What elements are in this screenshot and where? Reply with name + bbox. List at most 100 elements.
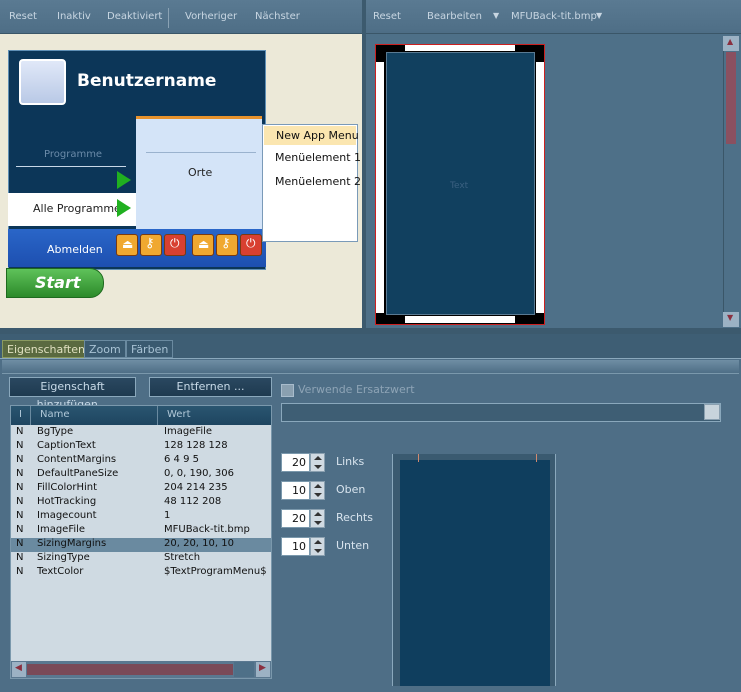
submenu-item[interactable]: Menüelement 1 <box>275 151 361 164</box>
image-border <box>405 316 515 323</box>
scroll-thumb[interactable] <box>726 52 736 144</box>
key-icon[interactable]: ⚷ <box>216 234 238 256</box>
reset-button[interactable]: Reset <box>9 11 37 22</box>
links-value[interactable]: 20 <box>281 453 310 472</box>
bearbeiten-button[interactable]: Bearbeiten <box>427 11 482 22</box>
links-stepper[interactable]: 20 <box>281 453 325 472</box>
margin-marker[interactable] <box>536 454 537 462</box>
property-name: DefaultPaneSize <box>37 468 119 479</box>
sizing-preview-image <box>400 460 550 686</box>
scroll-down-button[interactable]: ▼ <box>723 312 739 327</box>
tab-faerben[interactable]: Färben <box>126 340 174 358</box>
table-row[interactable]: N TextColor $TextProgramMenu$ <box>11 566 271 580</box>
scroll-track[interactable] <box>27 664 233 675</box>
scroll-left-button[interactable]: ◀ <box>12 662 26 677</box>
browse-button[interactable] <box>704 404 720 420</box>
property-name: ContentMargins <box>37 454 117 465</box>
rechts-value[interactable]: 20 <box>281 509 310 528</box>
unten-stepper[interactable]: 10 <box>281 537 325 556</box>
table-row[interactable]: N CaptionText 128 128 128 <box>11 440 271 454</box>
eject-icon[interactable]: ⏏ <box>192 234 214 256</box>
power-icon[interactable]: ⏻ <box>240 234 262 256</box>
row-flag: N <box>16 552 24 563</box>
image-border <box>405 45 515 51</box>
table-row[interactable]: N ContentMargins 6 4 9 5 <box>11 454 271 468</box>
row-flag: N <box>16 426 24 437</box>
orte-label[interactable]: Orte <box>188 166 212 179</box>
chevron-down-icon[interactable]: ▼ <box>596 11 602 20</box>
property-name: ImageFile <box>37 524 86 535</box>
oben-stepper[interactable]: 10 <box>281 481 325 500</box>
oben-label: Oben <box>336 483 366 496</box>
property-value: $TextProgramMenu$ <box>164 566 267 577</box>
power-icon[interactable]: ⏻ <box>164 234 186 256</box>
column-divider[interactable] <box>157 406 158 425</box>
row-flag: N <box>16 496 24 507</box>
table-row[interactable]: N DefaultPaneSize 0, 0, 190, 306 <box>11 468 271 482</box>
preview-text: Text <box>450 181 469 191</box>
tab-zoom[interactable]: Zoom <box>84 340 126 358</box>
property-value: 128 128 128 <box>164 440 228 451</box>
table-row[interactable]: N BgType ImageFile <box>11 426 271 440</box>
unten-value[interactable]: 10 <box>281 537 310 556</box>
spin-arrows-icon[interactable] <box>310 481 325 500</box>
deaktiviert-button[interactable]: Deaktiviert <box>107 11 162 22</box>
column-header-name[interactable]: Name <box>40 409 70 420</box>
image-border <box>376 62 384 313</box>
scroll-thumb[interactable] <box>234 662 254 677</box>
eject-icon[interactable]: ⏏ <box>116 234 138 256</box>
file-dropdown[interactable]: MFUBack-tit.bmp <box>511 11 597 22</box>
property-name: BgType <box>37 426 74 437</box>
ersatzwert-checkbox[interactable] <box>281 384 294 397</box>
submenu-item[interactable]: Menüelement 2 <box>275 175 361 188</box>
add-property-button[interactable]: Eigenschaft hinzufügen... <box>9 377 136 411</box>
table-row[interactable]: N SizingMargins 20, 20, 10, 10 <box>11 538 271 552</box>
vorheriger-button[interactable]: Vorheriger <box>185 11 237 22</box>
column-header-i[interactable]: I <box>19 409 22 420</box>
spin-arrows-icon[interactable] <box>310 537 325 556</box>
spin-arrows-icon[interactable] <box>310 509 325 528</box>
naechster-button[interactable]: Nächster <box>255 11 300 22</box>
rechts-label: Rechts <box>336 511 373 524</box>
chevron-down-icon[interactable]: ▼ <box>493 11 499 20</box>
arrow-right-icon[interactable] <box>117 199 131 217</box>
table-row[interactable]: N ImageFile MFUBack-tit.bmp <box>11 524 271 538</box>
scroll-up-button[interactable]: ▲ <box>723 36 739 51</box>
rechts-stepper[interactable]: 20 <box>281 509 325 528</box>
table-row[interactable]: N FillColorHint 204 214 235 <box>11 482 271 496</box>
remove-button[interactable]: Entfernen ... <box>149 377 272 397</box>
scroll-right-button[interactable]: ▶ <box>256 662 270 677</box>
oben-value[interactable]: 10 <box>281 481 310 500</box>
row-flag: N <box>16 440 24 451</box>
row-flag: N <box>16 482 24 493</box>
property-value: 20, 20, 10, 10 <box>164 538 234 549</box>
margin-marker[interactable] <box>418 454 419 462</box>
row-flag: N <box>16 538 24 549</box>
property-name: HotTracking <box>37 496 97 507</box>
table-row[interactable]: N HotTracking 48 112 208 <box>11 496 271 510</box>
key-icon[interactable]: ⚷ <box>140 234 162 256</box>
property-value: ImageFile <box>164 426 213 437</box>
abmelden-label[interactable]: Abmelden <box>47 243 103 256</box>
property-value: Stretch <box>164 552 201 563</box>
table-row[interactable]: N SizingType Stretch <box>11 552 271 566</box>
right-reset-button[interactable]: Reset <box>373 11 401 22</box>
ersatzwert-label: Verwende Ersatzwert <box>298 383 415 396</box>
column-divider[interactable] <box>30 406 31 425</box>
arrow-right-icon[interactable] <box>117 171 131 189</box>
inaktiv-button[interactable]: Inaktiv <box>57 11 91 22</box>
property-name: Imagecount <box>37 510 97 521</box>
divider <box>146 152 256 153</box>
value-input[interactable] <box>281 403 721 422</box>
row-flag: N <box>16 468 24 479</box>
tab-eigenschaften[interactable]: Eigenschaften <box>2 340 90 358</box>
column-header-wert[interactable]: Wert <box>167 409 191 420</box>
submenu-item[interactable]: New App Menu <box>276 129 359 142</box>
row-flag: N <box>16 566 24 577</box>
spin-arrows-icon[interactable] <box>310 453 325 472</box>
property-value: 48 112 208 <box>164 496 222 507</box>
toolbar-separator <box>168 8 169 28</box>
table-row[interactable]: N Imagecount 1 <box>11 510 271 524</box>
property-name: SizingType <box>37 552 90 563</box>
left-toolbar <box>0 0 362 34</box>
